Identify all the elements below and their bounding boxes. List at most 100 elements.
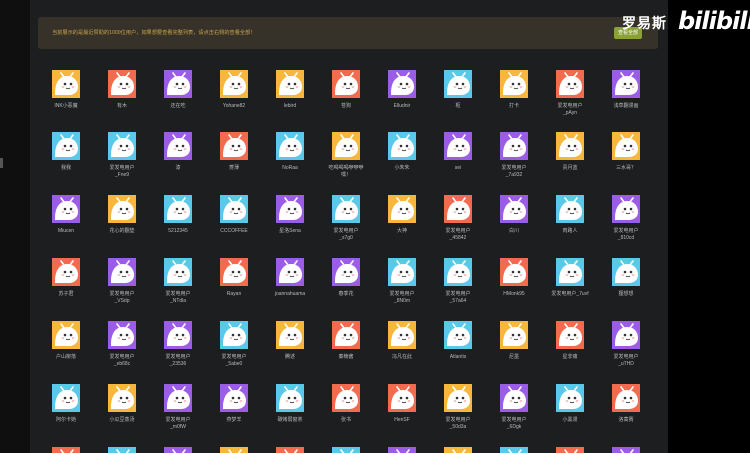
tv-mascot-icon bbox=[220, 447, 248, 453]
tv-mascot-icon bbox=[612, 195, 640, 223]
tv-mascot-icon bbox=[276, 132, 304, 160]
user-name: 阿尔卡她 bbox=[55, 417, 76, 423]
user-avatar[interactable] bbox=[332, 258, 360, 286]
user-avatar[interactable] bbox=[108, 132, 136, 160]
tv-mascot-icon bbox=[108, 258, 136, 286]
user-name: 打卡 bbox=[508, 103, 519, 109]
user-avatar[interactable] bbox=[612, 258, 640, 286]
user-avatar[interactable] bbox=[556, 258, 584, 286]
user-avatar[interactable] bbox=[332, 195, 360, 223]
user-name: 肉路人 bbox=[562, 228, 578, 234]
user-avatar[interactable] bbox=[388, 70, 416, 98]
tv-mascot-icon bbox=[556, 132, 584, 160]
user-avatar[interactable] bbox=[444, 70, 472, 98]
user-avatar[interactable] bbox=[388, 258, 416, 286]
user-avatar[interactable] bbox=[220, 195, 248, 223]
user-avatar[interactable] bbox=[612, 384, 640, 412]
user-avatar[interactable] bbox=[108, 321, 136, 349]
user-avatar[interactable] bbox=[444, 384, 472, 412]
user-avatar[interactable] bbox=[500, 195, 528, 223]
user-avatar[interactable] bbox=[108, 70, 136, 98]
user-name: HMonk95 bbox=[503, 291, 525, 297]
user-avatar[interactable] bbox=[220, 384, 248, 412]
user-avatar[interactable] bbox=[444, 258, 472, 286]
user-avatar[interactable] bbox=[220, 321, 248, 349]
user-name: 冯凡在此 bbox=[391, 354, 412, 360]
user-avatar[interactable] bbox=[276, 132, 304, 160]
user-avatar[interactable] bbox=[52, 70, 80, 98]
user-avatar[interactable] bbox=[276, 258, 304, 286]
user-avatar[interactable] bbox=[612, 132, 640, 160]
user-avatar[interactable] bbox=[332, 70, 360, 98]
user-avatar[interactable] bbox=[500, 132, 528, 160]
user-avatar[interactable] bbox=[500, 258, 528, 286]
user-name: 有木 bbox=[116, 103, 127, 109]
user-avatar[interactable] bbox=[332, 321, 360, 349]
user-avatar[interactable] bbox=[52, 258, 80, 286]
user-name: 爱发电用户 _50d3a bbox=[445, 417, 471, 430]
user-avatar[interactable] bbox=[556, 321, 584, 349]
user-avatar[interactable] bbox=[388, 447, 416, 453]
user-avatar[interactable] bbox=[556, 70, 584, 98]
user-name: 苍狗 bbox=[340, 103, 351, 109]
user-avatar[interactable] bbox=[164, 70, 192, 98]
user-avatar[interactable] bbox=[52, 384, 80, 412]
user-avatar[interactable] bbox=[332, 132, 360, 160]
user-avatar[interactable] bbox=[164, 258, 192, 286]
tv-mascot-icon bbox=[52, 258, 80, 286]
user-avatar[interactable] bbox=[388, 384, 416, 412]
user-avatar[interactable] bbox=[388, 195, 416, 223]
user-avatar[interactable] bbox=[108, 447, 136, 453]
user-avatar[interactable] bbox=[556, 447, 584, 453]
user-avatar[interactable] bbox=[444, 447, 472, 453]
user-avatar[interactable] bbox=[500, 321, 528, 349]
user-avatar[interactable] bbox=[108, 195, 136, 223]
user-avatar[interactable] bbox=[276, 70, 304, 98]
user-avatar[interactable] bbox=[164, 321, 192, 349]
tv-mascot-icon bbox=[556, 258, 584, 286]
user-avatar[interactable] bbox=[556, 195, 584, 223]
user-avatar[interactable] bbox=[500, 70, 528, 98]
user-avatar[interactable] bbox=[220, 132, 248, 160]
user-avatar[interactable] bbox=[500, 447, 528, 453]
user-avatar[interactable] bbox=[164, 195, 192, 223]
user-avatar[interactable] bbox=[164, 384, 192, 412]
user-avatar[interactable] bbox=[556, 384, 584, 412]
user-avatar[interactable] bbox=[276, 321, 304, 349]
user-avatar[interactable] bbox=[612, 195, 640, 223]
user-avatar[interactable] bbox=[276, 447, 304, 453]
user-avatar[interactable] bbox=[52, 132, 80, 160]
user-avatar[interactable] bbox=[220, 70, 248, 98]
user-avatar[interactable] bbox=[612, 70, 640, 98]
user-avatar[interactable] bbox=[444, 321, 472, 349]
user-avatar[interactable] bbox=[444, 132, 472, 160]
user-avatar[interactable] bbox=[108, 384, 136, 412]
user-avatar[interactable] bbox=[164, 132, 192, 160]
user-avatar[interactable] bbox=[52, 447, 80, 453]
tv-mascot-icon bbox=[500, 132, 528, 160]
user-avatar[interactable] bbox=[52, 321, 80, 349]
user-avatar[interactable] bbox=[388, 132, 416, 160]
tv-mascot-icon bbox=[332, 384, 360, 412]
user-avatar[interactable] bbox=[276, 384, 304, 412]
user-avatar[interactable] bbox=[332, 384, 360, 412]
user-avatar[interactable] bbox=[444, 195, 472, 223]
tv-mascot-icon bbox=[444, 70, 472, 98]
user-name: lebird bbox=[283, 103, 297, 109]
tv-mascot-icon bbox=[276, 195, 304, 223]
tv-mascot-icon bbox=[276, 447, 304, 453]
user-avatar[interactable] bbox=[52, 195, 80, 223]
user-avatar[interactable] bbox=[612, 447, 640, 453]
user-avatar[interactable] bbox=[108, 258, 136, 286]
user-avatar[interactable] bbox=[164, 447, 192, 453]
user-avatar[interactable] bbox=[332, 447, 360, 453]
user-name: 爱发电用户 _45842 bbox=[445, 228, 471, 241]
user-avatar[interactable] bbox=[500, 384, 528, 412]
user-avatar[interactable] bbox=[612, 321, 640, 349]
user-avatar[interactable] bbox=[388, 321, 416, 349]
user-avatar[interactable] bbox=[276, 195, 304, 223]
user-avatar[interactable] bbox=[220, 447, 248, 453]
user-avatar[interactable] bbox=[220, 258, 248, 286]
user-avatar[interactable] bbox=[556, 132, 584, 160]
user-name: 星洛Sena bbox=[279, 228, 301, 234]
